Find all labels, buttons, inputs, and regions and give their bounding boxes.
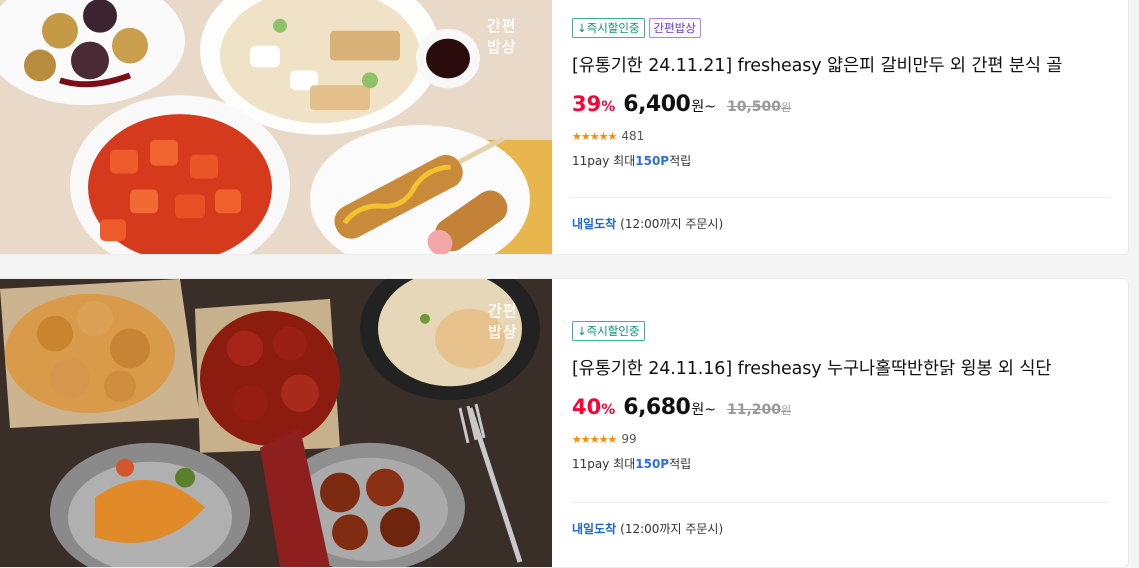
product-card[interactable]: 간편 밥상 ↓즉시할인중 [유통기한 24.11.16] fresheasy 누… <box>0 278 1129 568</box>
price-unit: 원~ <box>691 99 716 115</box>
price-unit: 원~ <box>691 402 716 418</box>
delivery-note: (12:00까지 주문시) <box>620 217 724 231</box>
star-rating-icon: ★★★★★ <box>572 129 617 143</box>
watermark-line-1: 간편 <box>487 17 517 35</box>
delivery-info: 내일도착 (12:00까지 주문시) <box>572 520 1108 537</box>
sale-price: 6,680 <box>623 395 691 420</box>
original-price: 10,500원 <box>726 99 792 115</box>
watermark-line-2: 밥상 <box>487 38 517 56</box>
delivery-info: 내일도착 (12:00까지 주문시) <box>572 215 1108 232</box>
watermark-line-2: 밥상 <box>488 323 518 341</box>
rating-row: ★★★★★ 481 <box>572 129 1108 143</box>
watermark-line-1: 간편 <box>488 302 518 320</box>
rating-row: ★★★★★ 99 <box>572 432 1108 446</box>
product-card[interactable]: 간편 밥상 ↓즉시할인중 간편밥상 [유통기한 24.11.21] freshe… <box>0 0 1129 255</box>
points-info: 11pay 최대150P적립 <box>572 154 692 168</box>
badge-row: ↓즉시할인중 <box>572 321 1108 341</box>
delivery-note: (12:00까지 주문시) <box>620 522 724 536</box>
product-title[interactable]: [유통기한 24.11.21] fresheasy 얇은피 갈비만두 외 간편 … <box>572 52 1108 77</box>
divider <box>572 197 1108 198</box>
category-badge: 간편밥상 <box>648 18 701 38</box>
star-rating-icon: ★★★★★ <box>572 432 617 446</box>
delivery-label: 내일도착 <box>572 522 617 536</box>
product-photo-snack-platter <box>0 0 552 254</box>
product-photo-chicken-platter <box>0 279 552 567</box>
review-count: 481 <box>621 129 645 143</box>
discount-rate: 39% <box>572 92 616 116</box>
product-title[interactable]: [유통기한 24.11.16] fresheasy 누구나홀딱반한닭 윙봉 외 … <box>572 355 1108 380</box>
points-info: 11pay 최대150P적립 <box>572 457 692 471</box>
product-image[interactable]: 간편 밥상 <box>0 0 552 254</box>
instant-discount-badge: ↓즉시할인중 <box>572 18 645 38</box>
product-image[interactable]: 간편 밥상 <box>0 279 552 567</box>
badge-row: ↓즉시할인중 간편밥상 <box>572 18 1108 38</box>
price-row: 39% 6,400 원~ 10,500원 <box>572 92 1108 117</box>
divider <box>572 502 1108 503</box>
delivery-label: 내일도착 <box>572 217 617 231</box>
instant-discount-badge: ↓즉시할인중 <box>572 321 645 341</box>
original-price: 11,200원 <box>726 402 792 418</box>
review-count: 99 <box>621 432 637 446</box>
price-row: 40% 6,680 원~ 11,200원 <box>572 395 1108 420</box>
discount-rate: 40% <box>572 395 616 419</box>
sale-price: 6,400 <box>623 92 691 117</box>
